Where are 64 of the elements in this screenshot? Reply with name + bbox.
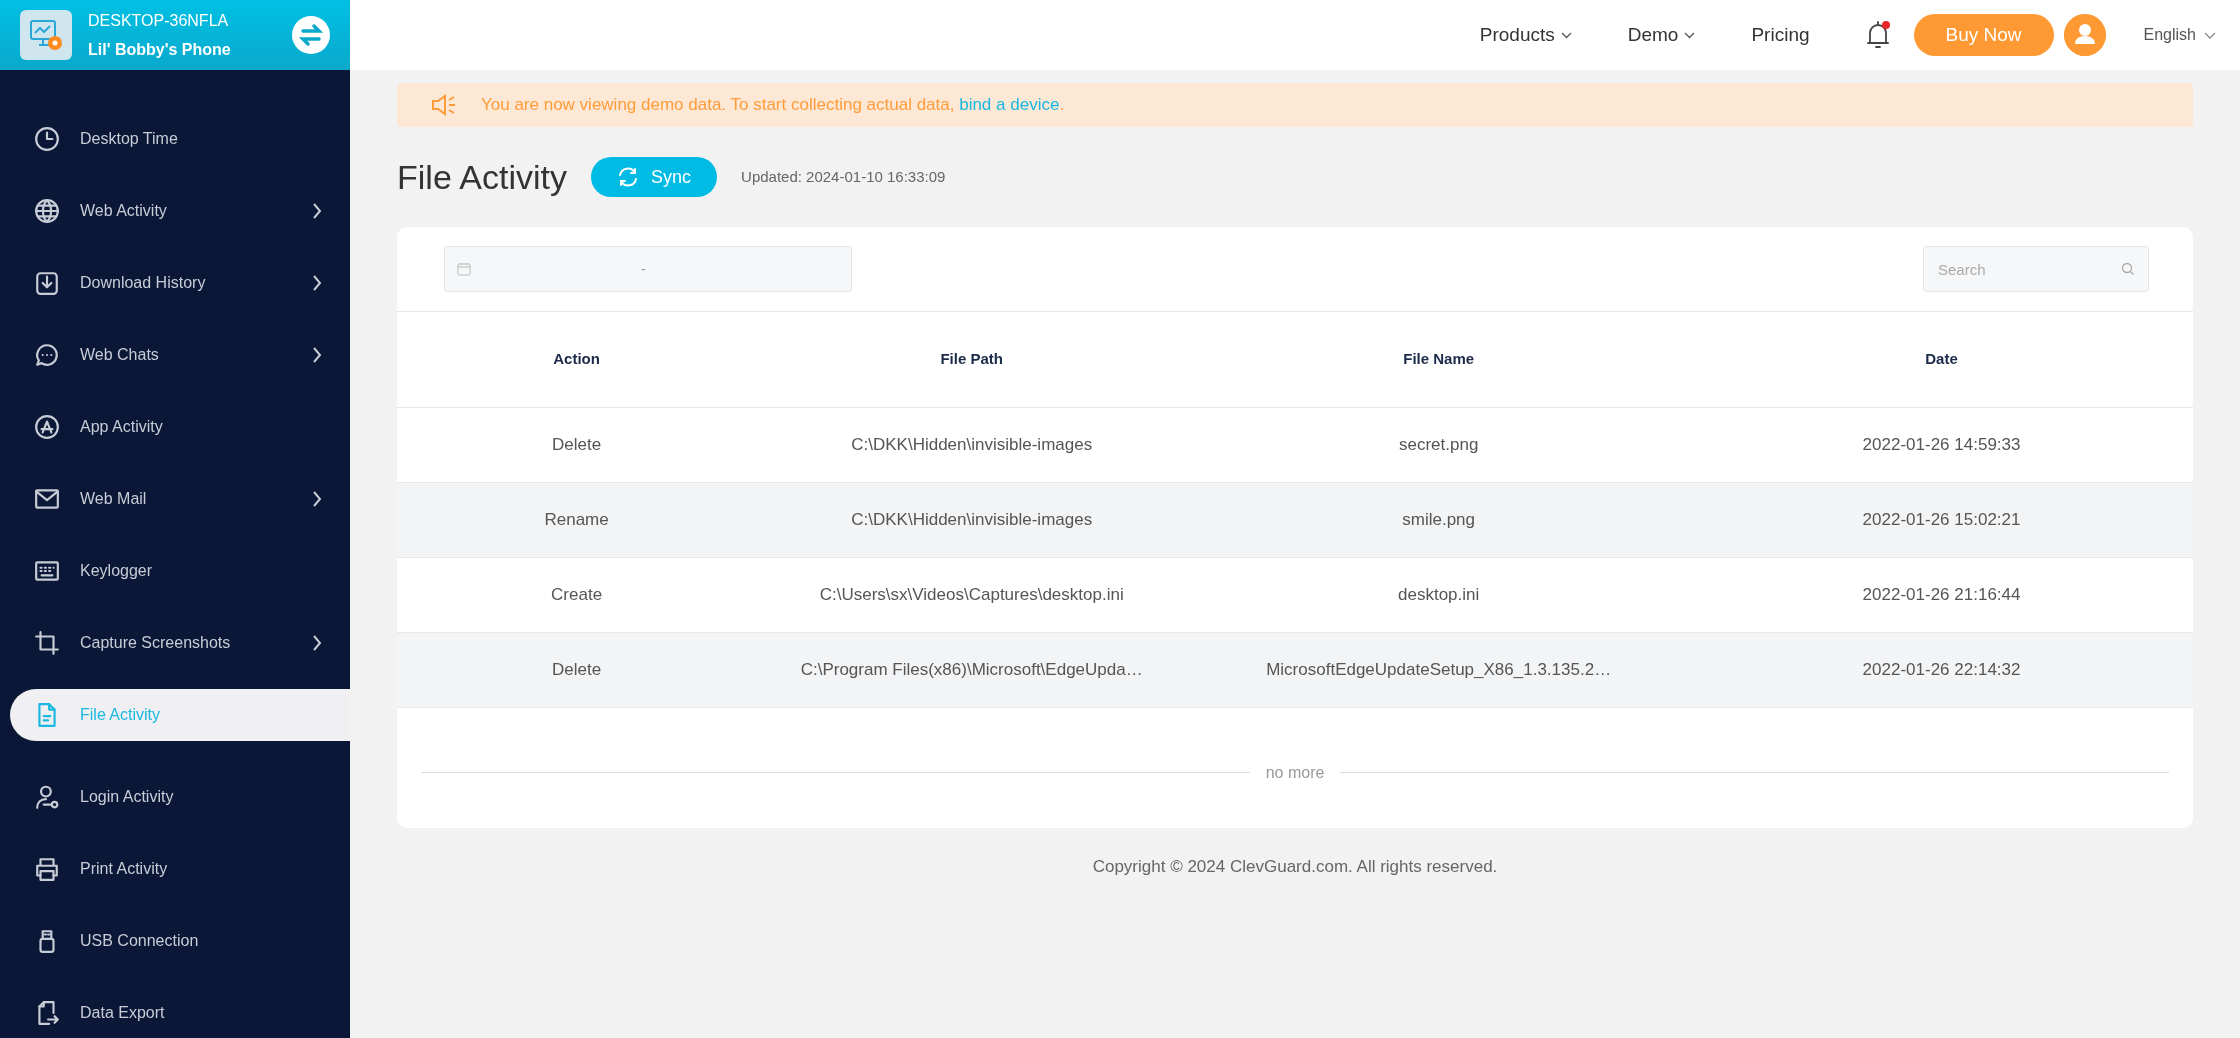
- nav-link[interactable]: Products: [1479, 20, 1572, 50]
- table-cell: C:\Users\sx\Videos\Captures\desktop.ini: [756, 557, 1188, 632]
- crop-icon: [34, 630, 60, 656]
- nav-link[interactable]: Demo: [1627, 20, 1696, 50]
- table-cell: 2022-01-26 21:16:44: [1690, 557, 2193, 632]
- calendar-icon: [457, 262, 471, 276]
- sync-icon: [617, 167, 640, 187]
- chat-bubble-icon: [34, 342, 60, 368]
- table-cell: Rename: [397, 482, 757, 557]
- monitor-icon: [29, 19, 63, 51]
- column-header: File Name: [1187, 312, 1691, 407]
- device-label: Lil' Bobby's Phone: [88, 40, 232, 60]
- keyboard-icon: [34, 558, 60, 584]
- clock-icon: [34, 126, 60, 152]
- column-header: Action: [397, 312, 757, 407]
- download-icon: [34, 270, 60, 296]
- page-title: File Activity: [397, 156, 568, 198]
- search-field[interactable]: Search: [1923, 246, 2149, 292]
- sidebar-item[interactable]: Keylogger: [10, 535, 350, 607]
- sidebar-item[interactable]: Download History: [10, 247, 350, 319]
- sidebar-item[interactable]: App Activity: [10, 391, 350, 463]
- column-header: Date: [1690, 312, 2193, 407]
- copyright-text: Copyright © 2024 ClevGuard.com. All rights reserved.: [1092, 856, 1498, 876]
- sidebar-item[interactable]: Web Activity: [10, 175, 350, 247]
- sidebar-item[interactable]: Print Activity: [10, 833, 350, 905]
- app-store-icon: [34, 414, 60, 440]
- column-header: File Path: [756, 312, 1188, 407]
- sidebar-item[interactable]: Web Chats: [10, 319, 350, 391]
- updated-time: Updated: 2024-01-10 16:33:09: [741, 166, 946, 187]
- table-cell: Delete: [397, 407, 757, 482]
- table-cell: 2022-01-26 14:59:33: [1690, 407, 2193, 482]
- sidebar-item[interactable]: Login Activity: [10, 761, 350, 833]
- sidebar-item[interactable]: Desktop Time: [10, 103, 350, 175]
- table-cell: 2022-01-26 22:14:32: [1690, 632, 2193, 707]
- table-cell: C:\DKK\Hidden\invisible-images: [756, 407, 1188, 482]
- sidebar-item[interactable]: Data Export: [10, 977, 350, 1038]
- language-selector[interactable]: English: [2143, 23, 2216, 47]
- table-cell: secret.png: [1187, 407, 1691, 482]
- sidebar-item[interactable]: Capture Screenshots: [10, 607, 350, 679]
- speaker-icon: [431, 94, 457, 116]
- table-cell: desktop.ini: [1187, 557, 1691, 632]
- device-name: DESKTOP-36NFLA: [88, 10, 230, 30]
- search-icon: [2121, 262, 2135, 276]
- table-cell: smile.png: [1187, 482, 1691, 557]
- nav-link[interactable]: Pricing: [1751, 20, 1810, 50]
- chevron-down-icon: [2204, 31, 2216, 39]
- bell-icon[interactable]: [1865, 19, 1892, 51]
- demo-notice: You are now viewing demo data. To start collecting actual data, bind a device.: [481, 94, 1065, 117]
- envelope-icon: [34, 486, 60, 512]
- table-cell: 2022-01-26 15:02:21: [1690, 482, 2193, 557]
- printer-icon: [34, 856, 60, 882]
- table-cell: MicrosoftEdgeUpdateSetup_X86_1.3.135.2…: [1187, 632, 1691, 707]
- sidebar-item[interactable]: Web Mail: [10, 463, 350, 535]
- date-separator: -: [641, 259, 646, 279]
- end-of-list-note: no more: [1265, 762, 1325, 783]
- sidebar-item[interactable]: USB Connection: [10, 905, 350, 977]
- table-cell: C:\DKK\Hidden\invisible-images: [756, 482, 1188, 557]
- globe-icon: [34, 198, 60, 224]
- table-cell: C:\Program Files(x86)\Microsoft\EdgeUpda…: [756, 632, 1188, 707]
- table-cell: Delete: [397, 632, 757, 707]
- user-key-icon: [34, 784, 60, 810]
- table-cell: Create: [397, 557, 757, 632]
- switch-device-icon[interactable]: [292, 16, 330, 54]
- avatar-icon[interactable]: [2063, 14, 2106, 56]
